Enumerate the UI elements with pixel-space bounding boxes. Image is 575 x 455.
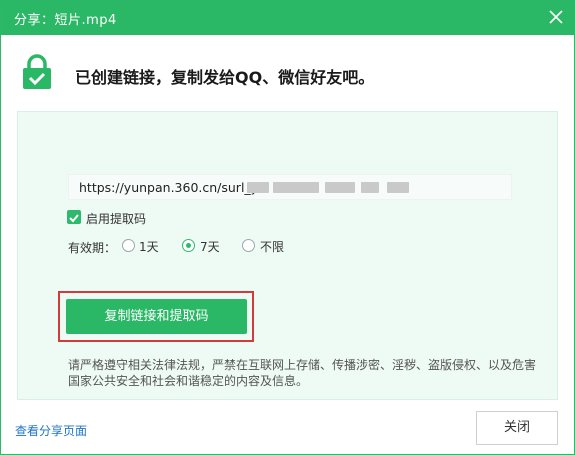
window-title: 分享：短片.mp4: [14, 13, 117, 28]
share-panel: https://yunpan.360.cn/surl_y 启用提取码 有效期： …: [17, 111, 558, 400]
masked-text: [361, 182, 379, 193]
radio-7days[interactable]: [182, 239, 195, 252]
title-bar[interactable]: 分享：短片.mp4: [1, 1, 574, 35]
enable-code-label: 启用提取码: [86, 212, 147, 226]
radio-7days-label: 7天: [200, 240, 220, 254]
view-share-page-link[interactable]: 查看分享页面: [15, 422, 87, 439]
radio-unlimited[interactable]: [242, 239, 255, 252]
close-button[interactable]: 关闭: [476, 411, 558, 445]
masked-text: [325, 182, 355, 193]
lock-check-icon: [23, 54, 51, 89]
share-dialog: 分享：短片.mp4 已创建链接，复制发给QQ、微信好友吧。 https://yu…: [0, 0, 575, 455]
headline: 已创建链接，复制发给QQ、微信好友吧。: [75, 68, 375, 87]
masked-text: [247, 182, 269, 193]
enable-code-checkbox[interactable]: [67, 210, 81, 224]
success-header: 已创建链接，复制发给QQ、微信好友吧。: [21, 54, 561, 94]
radio-1day-label: 1天: [139, 240, 159, 254]
masked-text: [273, 182, 319, 193]
check-icon: [69, 214, 79, 223]
legal-notice: 请严格遵守相关法律法规，严禁在互联网上存储、传播涉密、淫秽、盗版侵权、以及危害国…: [68, 358, 537, 388]
close-icon[interactable]: [546, 7, 566, 27]
copy-link-and-code-button[interactable]: 复制链接和提取码: [66, 299, 247, 334]
validity-label: 有效期：: [68, 241, 117, 255]
radio-unlimited-label: 不限: [260, 240, 285, 254]
radio-1day[interactable]: [122, 239, 135, 252]
masked-text: [387, 182, 409, 193]
share-link-field[interactable]: https://yunpan.360.cn/surl_y: [68, 174, 512, 200]
share-link-text: https://yunpan.360.cn/surl_y: [79, 180, 259, 195]
